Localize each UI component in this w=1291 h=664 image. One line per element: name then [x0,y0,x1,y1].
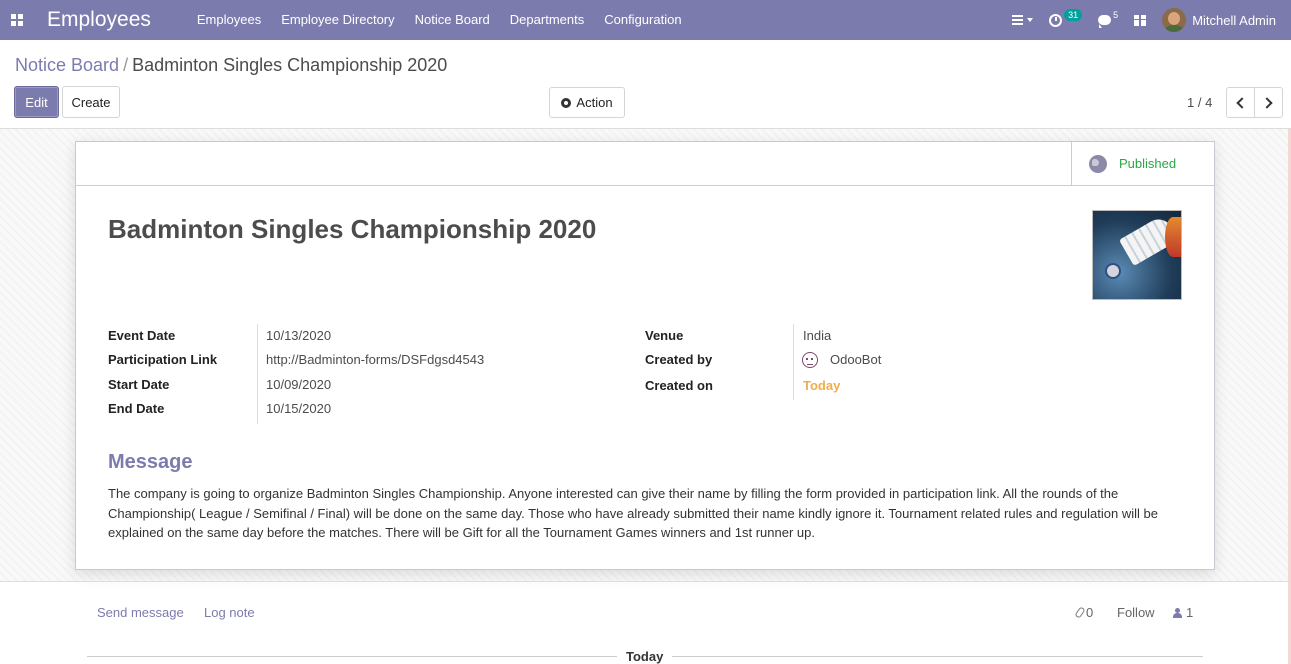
chevron-right-icon [1261,96,1273,109]
record-title: Badminton Singles Championship 2020 [108,214,597,244]
message-heading: Message [108,451,193,473]
start-date-label: Start Date [108,377,170,392]
caret-down-icon [1027,18,1034,22]
right-group-divider [793,324,794,400]
created-on-value: Today [803,378,841,393]
followers-button[interactable]: 1 [1173,605,1193,620]
user-icon [1173,607,1182,618]
breadcrumb: Notice Board / Badminton Singles Champions… [15,55,447,76]
attachments-count: 0 [1086,605,1094,620]
avatar [1162,8,1187,32]
participation-link-label: Participation Link [108,352,218,367]
paperclip-icon [1074,606,1086,619]
form-sheet: Published Badminton Singles Championship… [75,141,1215,570]
breadcrumb-parent-link[interactable]: Notice Board [15,55,119,75]
follow-button[interactable]: Follow [1117,605,1155,620]
create-button[interactable]: Create [62,86,120,118]
gift-icon [1134,14,1147,26]
chatter-divider [0,581,1291,582]
messages-count-badge: 5 [1113,10,1119,20]
apps-menu-icon[interactable] [2,0,32,40]
log-note-link[interactable]: Log note [204,605,255,620]
record-image[interactable] [1092,210,1182,300]
systray: 31 5 Mitchell Admin [1004,0,1291,40]
breadcrumb-separator: / [123,55,129,75]
created-on-label: Created on [645,378,713,393]
hamburger-icon [1012,15,1024,25]
action-button[interactable]: Action [549,87,625,118]
followers-count: 1 [1186,605,1194,620]
event-date-label: Event Date [108,328,176,343]
button-box: Published [76,142,1214,186]
pager-value[interactable]: 1 / 4 [1187,95,1212,110]
menu-item-configuration[interactable]: Configuration [594,0,691,40]
date-separator-line-left [87,656,617,657]
message-body: The company is going to organize Badmint… [108,486,1158,540]
venue-label: Venue [645,328,684,343]
chevron-left-icon [1236,96,1248,109]
messages-button[interactable]: 5 [1090,0,1126,40]
published-label: Published [1119,156,1177,171]
app-title[interactable]: Employees [47,8,151,32]
date-separator-label: Today [626,649,664,664]
created-by-label: Created by [645,352,713,367]
send-message-link[interactable]: Send message [97,605,184,620]
end-date-value: 10/15/2020 [266,401,332,416]
pager-previous-button[interactable] [1226,87,1255,118]
menu-item-departments[interactable]: Departments [500,0,594,40]
created-by-value[interactable]: OdooBot [830,352,881,367]
action-label: Action [576,95,613,110]
user-name: Mitchell Admin [1192,12,1276,28]
globe-icon [1089,154,1107,173]
shuttlecock-cork [1105,263,1121,279]
participation-link-value[interactable]: http://Badminton-forms/DSFdgsd4543 [266,352,484,367]
user-menu[interactable]: Mitchell Admin [1154,0,1291,40]
top-navbar: Employees Employees Employee Directory N… [0,0,1291,40]
end-date-label: End Date [108,401,165,416]
clock-icon [1049,13,1063,27]
menu-item-employees[interactable]: Employees [187,0,271,40]
image-flame [1165,217,1181,257]
venue-value: India [803,328,832,343]
breadcrumb-current: Badminton Singles Championship 2020 [132,55,448,75]
published-toggle-button[interactable]: Published [1071,142,1214,185]
hamburger-menu-button[interactable] [1004,0,1041,40]
main-menu: Employees Employee Directory Notice Boar… [187,0,692,40]
menu-item-notice-board[interactable]: Notice Board [405,0,500,40]
chat-icon [1098,15,1112,28]
date-separator-line-right [672,656,1203,657]
event-date-value: 10/13/2020 [266,328,332,343]
menu-item-employee-directory[interactable]: Employee Directory [271,0,404,40]
left-group-divider [257,324,258,424]
attachments-button[interactable]: 0 [1074,605,1094,620]
odoobot-avatar [802,352,818,368]
edit-button[interactable]: Edit [14,86,59,118]
gift-button[interactable] [1126,0,1154,40]
start-date-value: 10/09/2020 [266,377,332,392]
activity-button[interactable]: 31 [1041,0,1090,40]
activity-count-badge: 31 [1064,9,1083,21]
gear-icon [561,97,572,108]
pager-next-button[interactable] [1254,87,1283,118]
